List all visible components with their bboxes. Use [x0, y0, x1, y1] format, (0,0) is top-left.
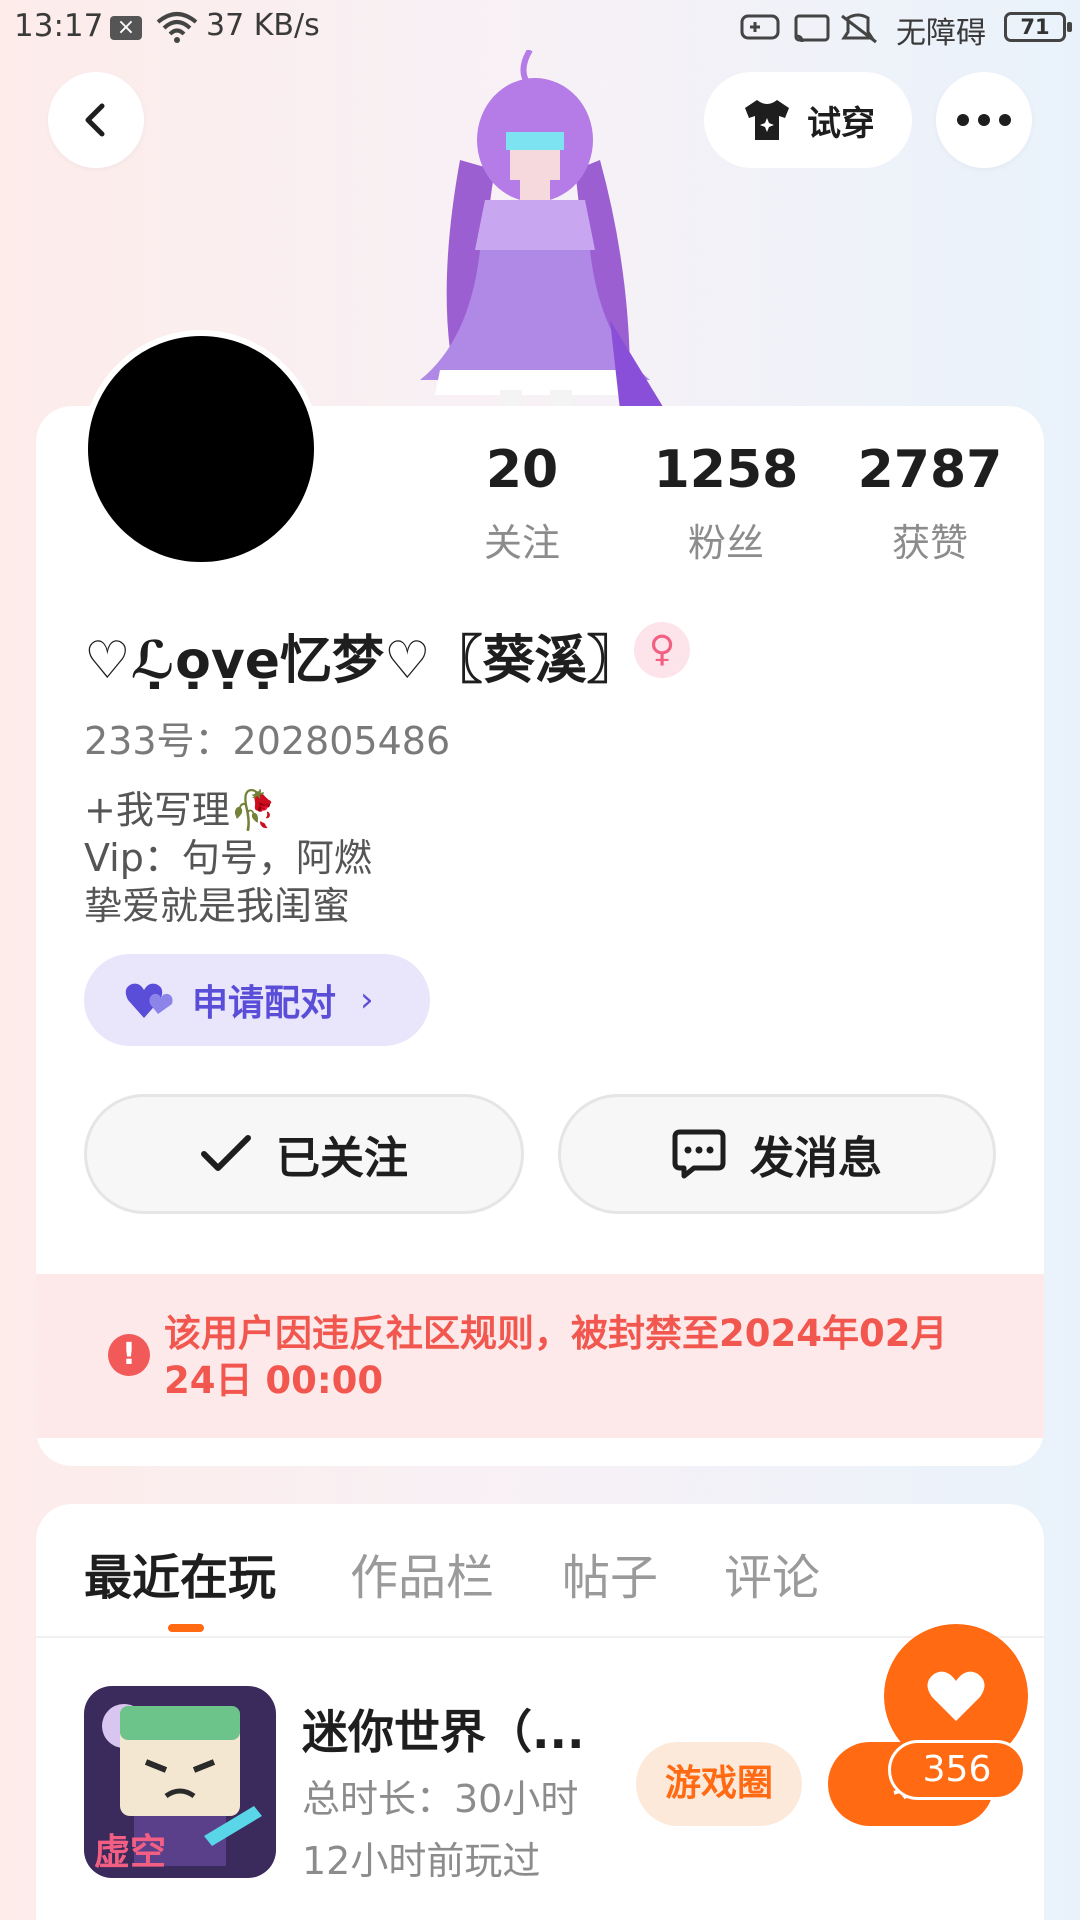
tab-posts[interactable]: 帖子: [562, 1538, 658, 1608]
following-label: 关注: [483, 521, 560, 565]
following-count: 20: [485, 440, 559, 500]
tab-works[interactable]: 作品栏: [350, 1538, 494, 1608]
bio-line: Vip：句号，阿燃: [84, 836, 372, 880]
stat-fans[interactable]: 1258 粉丝: [636, 438, 816, 567]
notification-x-icon: ×: [110, 16, 142, 40]
game-name: 迷你世界（...: [302, 1705, 585, 1759]
wifi-icon: [156, 12, 198, 43]
tshirt-icon: [745, 100, 789, 140]
user-id[interactable]: 233号：202805486: [84, 710, 450, 765]
svg-text:虚空: 虚空: [94, 1832, 166, 1873]
bio: +我写理🥀 Vip：句号，阿燃 挚爱就是我闺蜜: [84, 786, 372, 930]
followed-label: 已关注: [276, 1133, 408, 1184]
bio-line: +我写理🥀: [84, 788, 278, 832]
bio-line: 挚爱就是我闺蜜: [84, 884, 351, 928]
status-icons: [740, 13, 877, 44]
send-message-button[interactable]: 发消息: [558, 1094, 996, 1214]
status-bar: 13:17 × 37 KB/s 无障碍 71: [0, 0, 1080, 56]
send-message-label: 发消息: [750, 1133, 882, 1184]
check-icon: [201, 1135, 251, 1171]
fans-count: 1258: [653, 440, 799, 500]
ban-notice-text: 该用户因违反社区规则，被封禁至2024年02月24日 00:00: [164, 1312, 948, 1402]
game-circle-button[interactable]: 游戏圈: [636, 1742, 802, 1826]
tab-recent-play[interactable]: 最近在玩: [84, 1538, 276, 1608]
try-on-button[interactable]: 试穿: [704, 72, 912, 168]
ban-notice-banner: ! 该用户因违反社区规则，被封禁至2024年02月24日 00:00: [36, 1274, 1044, 1438]
avatar[interactable]: [82, 330, 320, 568]
net-speed: 37 KB/s: [206, 8, 320, 43]
game-total-time: 总时长：30小时: [302, 1777, 579, 1821]
status-time: 13:17: [14, 8, 104, 44]
likes-label: 获赞: [891, 521, 968, 565]
alert-icon: !: [108, 1334, 150, 1376]
stat-likes[interactable]: 2787 获赞: [840, 438, 1020, 567]
chevron-left-icon: [85, 103, 105, 137]
tab-indicator: [168, 1624, 204, 1632]
tab-comments[interactable]: 评论: [724, 1538, 820, 1608]
game-icon[interactable]: 虚空: [84, 1686, 276, 1878]
request-pair-label: 申请配对: [192, 983, 337, 1024]
chat-bubble-icon: [672, 1129, 726, 1179]
chevron-right-icon: ›: [360, 980, 374, 1020]
tab-divider: [36, 1636, 1044, 1638]
followed-button[interactable]: 已关注: [84, 1094, 524, 1214]
avatar-character-figure[interactable]: [400, 50, 670, 410]
list-item[interactable]: 虚空 迷你世界（... 总时长：30小时 12小时前玩过 游戏圈 玩: [84, 1686, 1004, 1883]
heart-icon: [927, 1671, 985, 1721]
battery-indicator: 71: [1004, 12, 1072, 42]
female-icon: ♀: [634, 622, 690, 678]
request-pair-button[interactable]: 申请配对 ›: [84, 954, 430, 1046]
game-last-played: 12小时前玩过: [302, 1839, 541, 1883]
back-button[interactable]: [48, 72, 144, 168]
hearts-icon: [125, 983, 173, 1018]
nickname: ♡ℒ̣ọṿẹ忆梦♡〖葵溪〗: [84, 631, 639, 691]
more-horizontal-icon: [957, 114, 1011, 126]
like-count: 356: [888, 1740, 1026, 1800]
accessibility-label: 无障碍: [896, 16, 986, 51]
likes-count: 2787: [857, 440, 1003, 500]
more-button[interactable]: [936, 72, 1032, 168]
fans-label: 粉丝: [687, 521, 764, 565]
stat-following[interactable]: 20 关注: [432, 438, 612, 567]
try-on-label: 试穿: [807, 103, 875, 144]
